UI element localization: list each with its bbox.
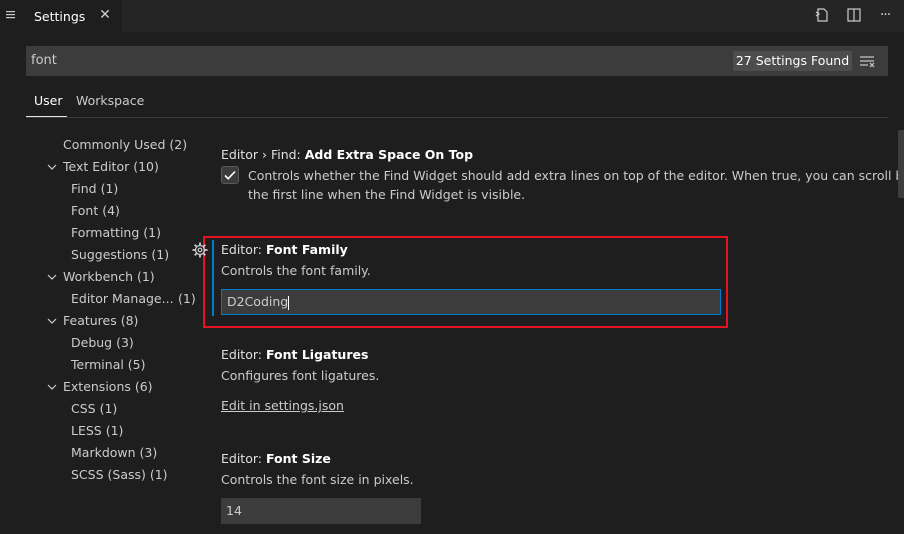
search-input[interactable]: font xyxy=(31,46,57,76)
toc-item-editor-management[interactable]: Editor Manage... xyxy=(71,291,174,309)
setting-name: Font Family xyxy=(265,242,348,257)
toc-item-terminal[interactable]: Terminal (5) xyxy=(71,357,146,375)
setting-category: Editor › Find: xyxy=(221,147,305,162)
toc-item-scss[interactable]: SCSS (Sass) (1) xyxy=(71,467,168,485)
settings-search-box[interactable]: font 27 Settings Found xyxy=(26,46,888,76)
toc-item-css[interactable]: CSS (1) xyxy=(71,401,117,419)
open-settings-json-icon[interactable] xyxy=(813,6,831,24)
setting-description: Controls whether the Find Widget should … xyxy=(248,168,904,183)
tab-user[interactable]: User xyxy=(34,93,63,113)
toc-item-commonly-used[interactable]: Commonly Used (2) xyxy=(63,137,187,155)
font-family-value: D2Coding xyxy=(227,294,289,309)
setting-title-find-extra-space: Editor › Find: Add Extra Space On Top xyxy=(221,147,473,162)
setting-title-font-family: Editor: Font Family xyxy=(221,242,348,257)
font-size-input[interactable]: 14 xyxy=(221,498,421,524)
tab-workspace[interactable]: Workspace xyxy=(76,93,144,113)
toc-item-find[interactable]: Find (1) xyxy=(71,181,118,199)
chevron-down-icon[interactable] xyxy=(46,315,58,327)
chevron-down-icon[interactable] xyxy=(46,271,58,283)
setting-category: Editor: xyxy=(221,451,266,466)
edit-in-settings-json-link[interactable]: Edit in settings.json xyxy=(221,398,344,413)
checkmark-icon xyxy=(224,170,236,180)
toc-item-font[interactable]: Font (4) xyxy=(71,203,120,221)
clear-filter-icon[interactable] xyxy=(859,53,875,69)
setting-description-cont: the first line when the Find Widget is v… xyxy=(248,187,526,202)
chevron-down-icon[interactable] xyxy=(46,381,58,393)
setting-description: Controls the font size in pixels. xyxy=(221,472,414,487)
setting-name: Add Extra Space On Top xyxy=(304,147,474,162)
setting-description: Controls the font family. xyxy=(221,263,371,278)
focused-setting-indicator xyxy=(212,240,214,316)
divider xyxy=(26,117,888,118)
setting-title-font-ligatures: Editor: Font Ligatures xyxy=(221,347,368,362)
toc-item-debug[interactable]: Debug (3) xyxy=(71,335,134,353)
find-extra-space-checkbox[interactable] xyxy=(221,166,239,184)
editor-tab-bar: Settings ✕ ··· xyxy=(0,0,904,32)
toc-item-workbench[interactable]: Workbench (1) xyxy=(63,269,155,287)
toc-item-markdown[interactable]: Markdown (3) xyxy=(71,445,157,463)
setting-name: Font Ligatures xyxy=(265,347,369,362)
setting-description: Configures font ligatures. xyxy=(221,368,380,383)
scrollbar-thumb[interactable] xyxy=(898,130,904,198)
toc-item-suggestions[interactable]: Suggestions (1) xyxy=(71,247,169,265)
close-icon[interactable]: ✕ xyxy=(98,8,112,22)
results-count-badge: 27 Settings Found xyxy=(733,51,852,71)
setting-name: Font Size xyxy=(265,451,331,466)
more-actions-icon[interactable]: ··· xyxy=(876,6,894,24)
setting-category: Editor: xyxy=(221,242,266,257)
tab-title: Settings xyxy=(34,8,86,24)
settings-editor-icon xyxy=(6,11,15,19)
text-caret xyxy=(288,295,290,310)
toc-item-text-editor[interactable]: Text Editor (10) xyxy=(63,159,159,177)
toc-item-count: (1) xyxy=(178,291,196,306)
toc-item-features[interactable]: Features (8) xyxy=(63,313,138,331)
toc-item-less[interactable]: LESS (1) xyxy=(71,423,123,441)
settings-tab[interactable]: Settings ✕ xyxy=(0,0,122,32)
toc-item-formatting[interactable]: Formatting (1) xyxy=(71,225,161,243)
gear-icon[interactable] xyxy=(192,242,208,258)
font-family-input[interactable]: D2Coding xyxy=(221,289,721,315)
toc-item-extensions[interactable]: Extensions (6) xyxy=(63,379,153,397)
setting-category: Editor: xyxy=(221,347,266,362)
setting-title-font-size: Editor: Font Size xyxy=(221,451,331,466)
chevron-down-icon[interactable] xyxy=(46,161,58,173)
split-editor-icon[interactable] xyxy=(845,6,863,24)
